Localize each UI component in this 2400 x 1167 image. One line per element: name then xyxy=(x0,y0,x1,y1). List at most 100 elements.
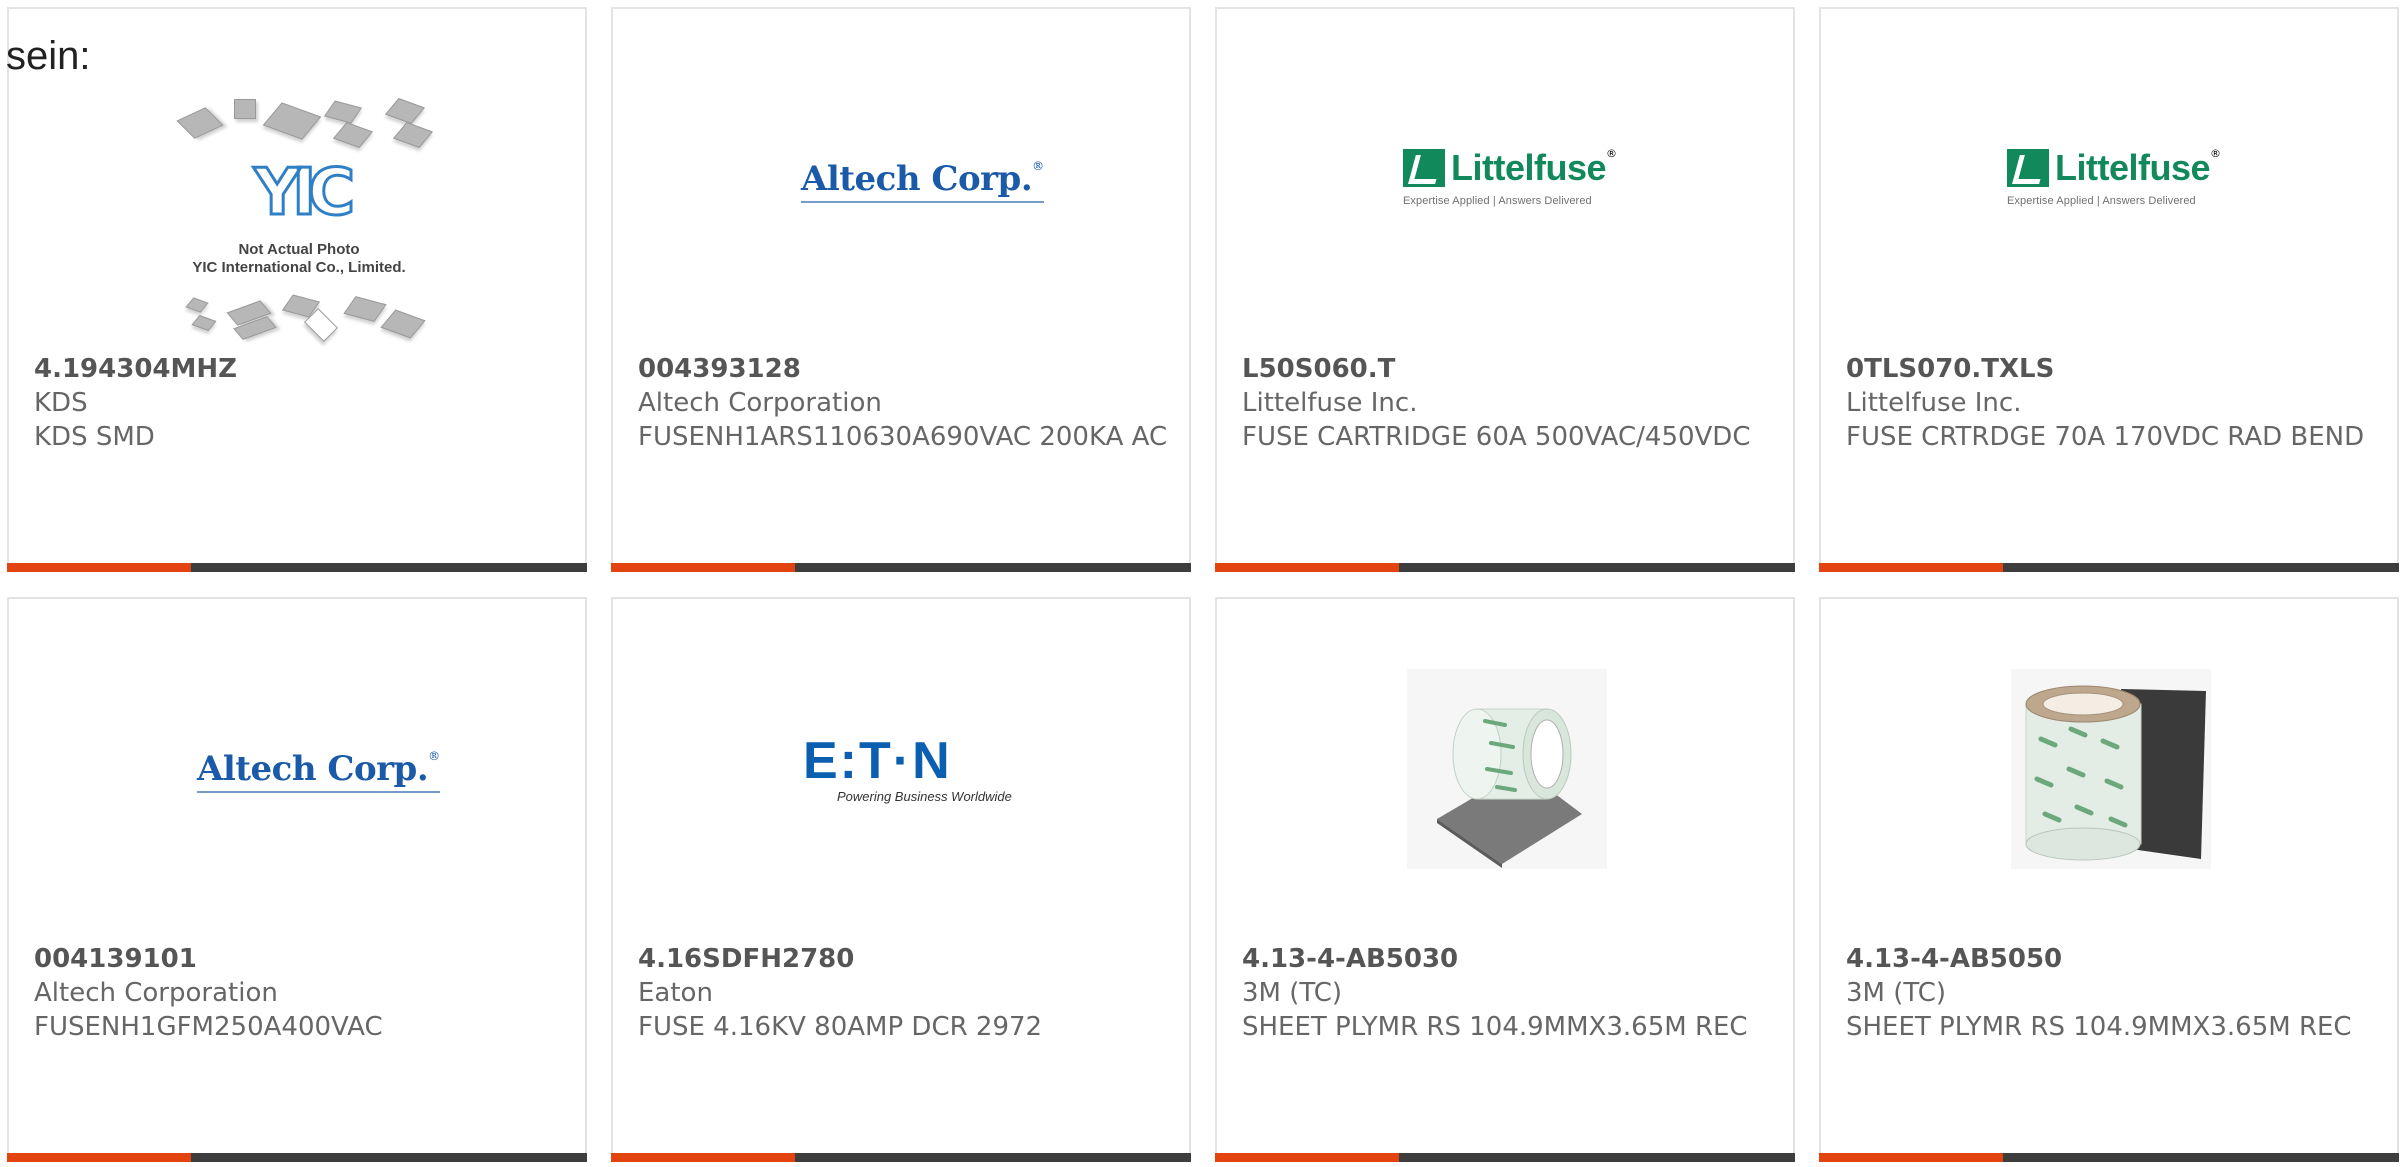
tape-roll-icon xyxy=(1407,669,1607,869)
chip-icon xyxy=(323,100,363,124)
logo-text: Littelfuse xyxy=(1451,147,1607,188)
description: FUSE 4.16KV 80AMP DCR 2972 xyxy=(638,1012,1043,1042)
product-info: 004139101 Altech Corporation FUSENH1GFM2… xyxy=(34,942,565,1044)
altech-logo: Altech Corp.® xyxy=(197,749,440,793)
description: FUSENH1GFM250A400VAC xyxy=(34,1012,383,1042)
card-bottom-bar xyxy=(7,1153,587,1162)
manufacturer: 3M (TC) xyxy=(1242,978,1343,1008)
chip-icon xyxy=(176,107,224,139)
chip-icon xyxy=(380,309,426,339)
card-bottom-bar xyxy=(611,1153,1191,1162)
product-image: E:T·N Powering Business Worldwide xyxy=(613,599,1189,939)
product-card[interactable]: 4.13-4-AB5050 3M (TC) SHEET PLYMR RS 104… xyxy=(1819,597,2399,1162)
description: SHEET PLYMR RS 104.9MMX3.65M REC xyxy=(1242,1012,1748,1042)
description: FUSE CRTRDGE 70A 170VDC RAD BEND xyxy=(1846,422,2365,452)
logo-text: Littelfuse xyxy=(2055,147,2211,188)
logo-tagline: Powering Business Worldwide xyxy=(837,789,1012,804)
product-card[interactable]: Altech Corp.® 004393128 Altech Corporati… xyxy=(611,7,1191,572)
card-bottom-bar xyxy=(1819,1153,2399,1162)
card-accent xyxy=(1215,563,1399,572)
yic-logo: YIC xyxy=(252,156,356,230)
card-accent xyxy=(7,1153,191,1162)
card-bottom-bar xyxy=(1215,563,1795,572)
product-info: 4.13-4-AB5030 3M (TC) SHEET PLYMR RS 104… xyxy=(1242,942,1773,1044)
chip-icon xyxy=(262,102,322,140)
product-card[interactable]: 4.13-4-AB5030 3M (TC) SHEET PLYMR RS 104… xyxy=(1215,597,1795,1162)
altech-logo: Altech Corp.® xyxy=(801,159,1044,203)
manufacturer: Eaton xyxy=(638,978,713,1008)
product-info: 4.194304MHZ KDS KDS SMD xyxy=(34,352,565,454)
product-image: YIC Not Actual Photo YIC International C… xyxy=(9,9,585,349)
logo-text: Altech Corp. xyxy=(197,749,429,789)
card-accent xyxy=(7,563,191,572)
part-number[interactable]: 004139101 xyxy=(34,942,565,976)
manufacturer: Littelfuse Inc. xyxy=(1242,388,1418,418)
manufacturer: Littelfuse Inc. xyxy=(1846,388,2022,418)
product-image: Littelfuse® Expertise Applied | Answers … xyxy=(1821,9,2397,349)
manufacturer: Altech Corporation xyxy=(34,978,278,1008)
littelfuse-logo: Littelfuse® Expertise Applied | Answers … xyxy=(1403,147,1618,207)
tape-roll-photo xyxy=(2011,669,2211,869)
part-number[interactable]: 4.13-4-AB5050 xyxy=(1846,942,2377,976)
product-image: Altech Corp.® xyxy=(9,599,585,939)
product-info: L50S060.T Littelfuse Inc. FUSE CARTRIDGE… xyxy=(1242,352,1773,454)
part-number[interactable]: 0TLS070.TXLS xyxy=(1846,352,2377,386)
part-number[interactable]: 4.13-4-AB5030 xyxy=(1242,942,1773,976)
manufacturer: Altech Corporation xyxy=(638,388,882,418)
chip-icon xyxy=(393,122,433,148)
placeholder-caption-line2: YIC International Co., Limited. xyxy=(192,259,406,276)
card-bottom-bar xyxy=(1215,1153,1795,1162)
chip-icon xyxy=(191,315,217,331)
card-bottom-bar xyxy=(611,563,1191,572)
card-accent xyxy=(611,563,795,572)
description: FUSE CARTRIDGE 60A 500VAC/450VDC xyxy=(1242,422,1751,452)
description: SHEET PLYMR RS 104.9MMX3.65M REC xyxy=(1846,1012,2352,1042)
not-actual-photo-placeholder: YIC Not Actual Photo YIC International C… xyxy=(159,98,439,349)
product-image xyxy=(1217,599,1793,939)
card-bottom-bar xyxy=(1819,563,2399,572)
tape-roll-icon xyxy=(2011,669,2211,869)
littelfuse-mark-icon xyxy=(1403,149,1445,187)
part-number[interactable]: 004393128 xyxy=(638,352,1169,386)
manufacturer: KDS xyxy=(34,388,88,418)
product-info: 4.13-4-AB5050 3M (TC) SHEET PLYMR RS 104… xyxy=(1846,942,2377,1044)
card-accent xyxy=(1819,563,2003,572)
chip-icon xyxy=(343,296,387,322)
part-number[interactable]: L50S060.T xyxy=(1242,352,1773,386)
chip-icon xyxy=(333,122,373,148)
placeholder-caption-line1: Not Actual Photo xyxy=(238,241,360,258)
littelfuse-logo: Littelfuse® Expertise Applied | Answers … xyxy=(2007,147,2222,207)
logo-text: E:T·N xyxy=(803,732,952,790)
card-accent xyxy=(611,1153,795,1162)
product-card[interactable]: E:T·N Powering Business Worldwide 4.16SD… xyxy=(611,597,1191,1162)
card-accent xyxy=(1819,1153,2003,1162)
description: FUSENH1ARS110630A690VAC 200KA AC xyxy=(638,422,1168,452)
card-accent xyxy=(1215,1153,1399,1162)
product-card[interactable]: YIC Not Actual Photo YIC International C… xyxy=(7,7,587,572)
section-heading: sein: xyxy=(6,34,91,78)
tape-roll-photo xyxy=(1407,669,1607,869)
product-info: 004393128 Altech Corporation FUSENH1ARS1… xyxy=(638,352,1169,454)
manufacturer: 3M (TC) xyxy=(1846,978,1947,1008)
product-card[interactable]: Littelfuse® Expertise Applied | Answers … xyxy=(1819,7,2399,572)
product-grid: YIC Not Actual Photo YIC International C… xyxy=(7,7,2400,1167)
product-image: Altech Corp.® xyxy=(613,9,1189,349)
product-image xyxy=(1821,599,2397,939)
product-card[interactable]: Altech Corp.® 004139101 Altech Corporati… xyxy=(7,597,587,1162)
product-grid-page: sein: YIC Not Actual Photo YIC Internati… xyxy=(0,0,2400,1167)
description: KDS SMD xyxy=(34,422,155,452)
chip-icon xyxy=(185,297,209,313)
product-card[interactable]: Littelfuse® Expertise Applied | Answers … xyxy=(1215,7,1795,572)
part-number[interactable]: 4.16SDFH2780 xyxy=(638,942,1169,976)
card-bottom-bar xyxy=(7,563,587,572)
product-image: Littelfuse® Expertise Applied | Answers … xyxy=(1217,9,1793,349)
product-info: 0TLS070.TXLS Littelfuse Inc. FUSE CRTRDG… xyxy=(1846,352,2377,454)
logo-tagline: Expertise Applied | Answers Delivered xyxy=(2007,195,2196,207)
chip-icon xyxy=(234,99,256,119)
eaton-logo: E:T·N Powering Business Worldwide xyxy=(803,735,1012,804)
part-number[interactable]: 4.194304MHZ xyxy=(34,352,565,386)
chip-icon xyxy=(385,98,425,124)
logo-text: Altech Corp. xyxy=(801,159,1033,199)
product-info: 4.16SDFH2780 Eaton FUSE 4.16KV 80AMP DCR… xyxy=(638,942,1169,1044)
logo-tagline: Expertise Applied | Answers Delivered xyxy=(1403,195,1592,207)
